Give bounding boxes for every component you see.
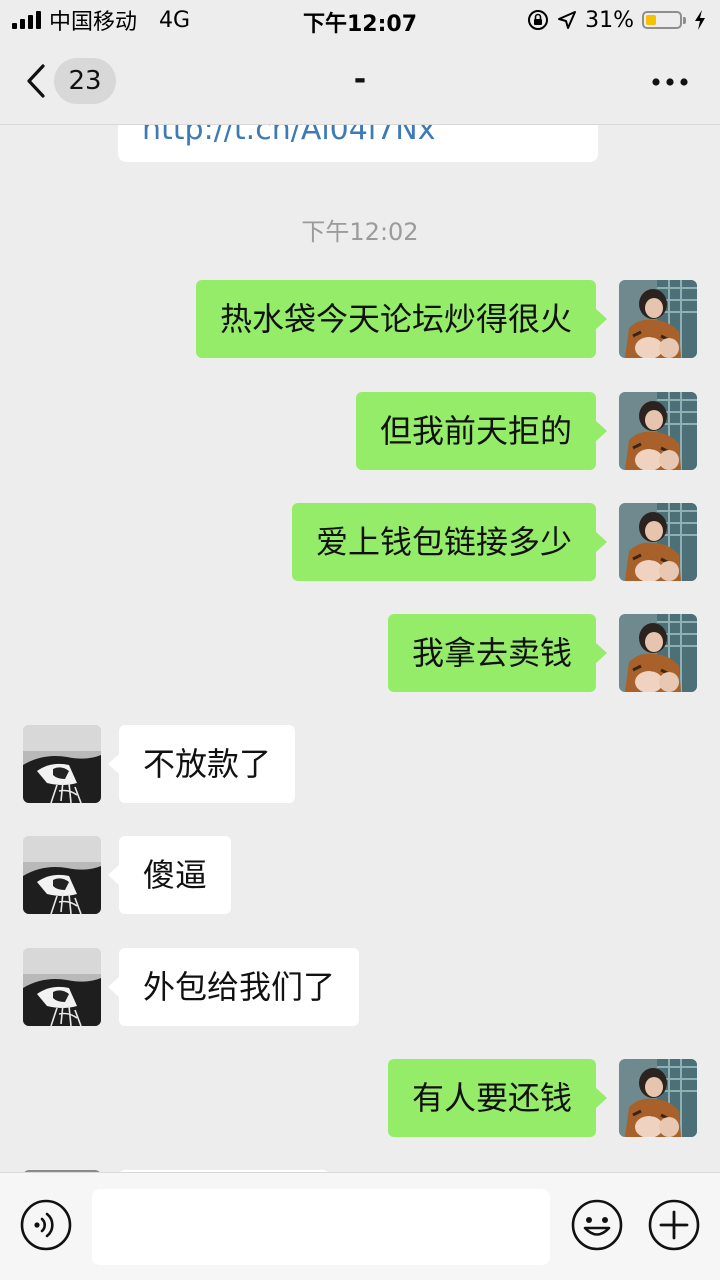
- message-row: 外包给我们了: [0, 948, 720, 1028]
- message-row: 有人要还钱: [0, 1059, 720, 1139]
- message-bubble[interactable]: 外包给我们了: [107, 948, 360, 1026]
- more-options-icon[interactable]: [650, 70, 690, 94]
- plus-icon[interactable]: [648, 1199, 700, 1251]
- charging-bolt-icon: [695, 10, 705, 30]
- message-list[interactable]: http://t.cn/Ai04i7Nx 下午12:02 热水袋今天论坛炒得很火…: [0, 124, 720, 1172]
- battery-percent: 31%: [585, 7, 634, 33]
- message-row: 热水袋今天论坛炒得很火: [0, 280, 720, 360]
- message-bubble[interactable]: 不放款了: [107, 725, 296, 803]
- chevron-left-icon: [27, 64, 45, 98]
- message-bubble[interactable]: 傻逼: [107, 836, 232, 914]
- orientation-lock-icon: [528, 10, 549, 30]
- chat-title: -: [353, 62, 367, 97]
- battery-icon: [642, 11, 686, 29]
- link-message-bubble[interactable]: http://t.cn/Ai04i7Nx: [118, 124, 598, 162]
- chat-screen: 中国移动 4G 下午12:07 31% 23 - http://t.cn/Ai0…: [0, 0, 720, 1280]
- my-avatar[interactable]: [619, 503, 697, 581]
- message-input[interactable]: [92, 1189, 550, 1265]
- message-timestamp: 下午12:02: [301, 218, 419, 246]
- message-link[interactable]: http://t.cn/Ai04i7Nx: [142, 124, 574, 160]
- unread-count-badge: 23: [54, 58, 116, 104]
- nav-bar: 23 -: [0, 40, 720, 125]
- my-avatar[interactable]: [619, 392, 697, 470]
- contact-avatar[interactable]: [23, 725, 101, 803]
- status-bar: 中国移动 4G 下午12:07 31%: [0, 0, 720, 40]
- emoji-icon[interactable]: [571, 1199, 623, 1251]
- input-bar: [0, 1172, 720, 1280]
- contact-avatar[interactable]: [23, 836, 101, 914]
- status-right: 31%: [527, 6, 706, 34]
- message-row: 不放款了: [0, 725, 720, 805]
- message-row: 傻逼: [0, 836, 720, 916]
- location-icon: [558, 11, 577, 29]
- message-bubble[interactable]: 热水袋今天论坛炒得很火: [195, 280, 608, 358]
- voice-icon[interactable]: [20, 1199, 72, 1251]
- contact-avatar[interactable]: [23, 948, 101, 1026]
- message-row: 但我前天拒的: [0, 392, 720, 472]
- message-row: 爱上钱包链接多少: [0, 503, 720, 583]
- my-avatar[interactable]: [619, 614, 697, 692]
- message-bubble[interactable]: 有人要还钱: [387, 1059, 608, 1137]
- message-row: 我拿去卖钱: [0, 614, 720, 694]
- my-avatar[interactable]: [619, 280, 697, 358]
- back-button[interactable]: 23: [24, 56, 116, 106]
- my-avatar[interactable]: [619, 1059, 697, 1137]
- message-bubble[interactable]: 爱上钱包链接多少: [291, 503, 608, 581]
- message-bubble[interactable]: 我拿去卖钱: [387, 614, 608, 692]
- battery-level-fill: [646, 15, 656, 25]
- message-bubble[interactable]: 但我前天拒的: [355, 392, 608, 470]
